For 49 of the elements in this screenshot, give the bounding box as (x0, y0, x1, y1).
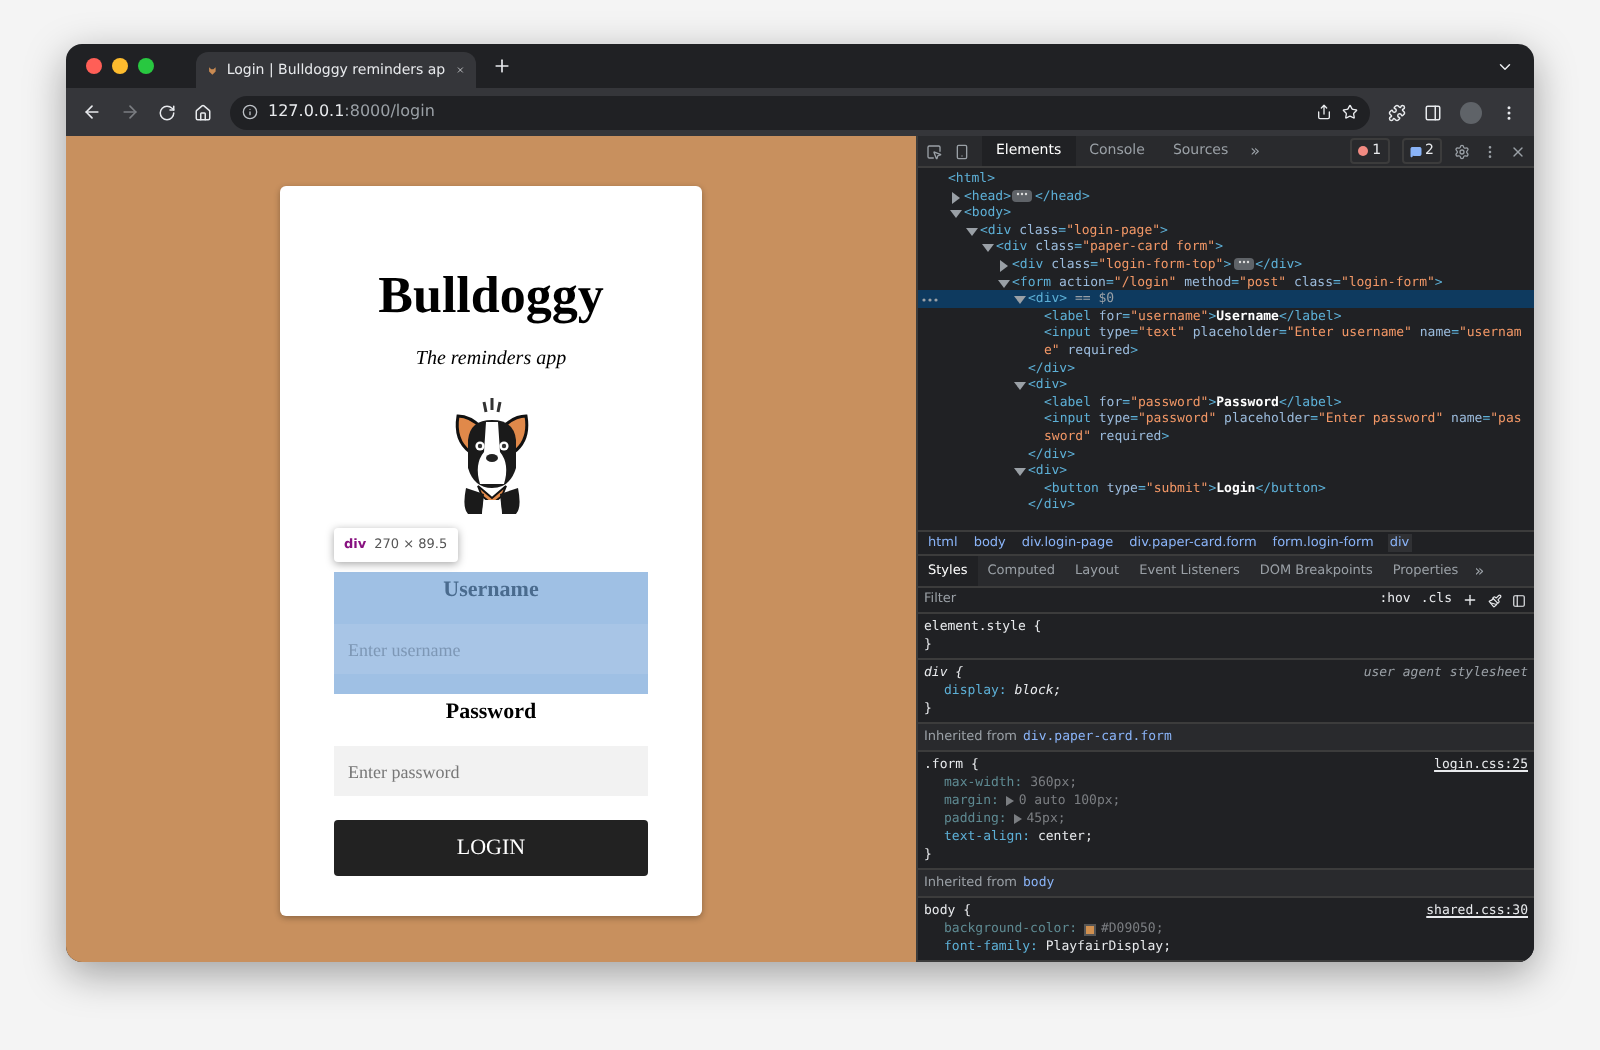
new-tab-icon[interactable] (492, 56, 512, 76)
more-icon[interactable] (922, 298, 938, 303)
sidebar-toggle-icon[interactable] (1512, 593, 1526, 607)
app-subtitle: The reminders app (415, 346, 567, 374)
caret-right-icon[interactable] (950, 191, 962, 204)
input-field[interactable]: Enter password (334, 746, 648, 796)
new-rule-icon[interactable] (1462, 592, 1478, 608)
minimize-window-button[interactable] (112, 58, 128, 74)
zoom-window-button[interactable] (138, 58, 154, 74)
expand-arrow-icon[interactable] (1006, 796, 1015, 806)
collapsed-ellipsis-icon[interactable] (1237, 260, 1250, 265)
color-swatch[interactable] (1084, 923, 1097, 935)
home-icon[interactable] (194, 103, 212, 121)
error-icon (1358, 146, 1369, 156)
close-icon[interactable] (1510, 143, 1526, 159)
reload-icon[interactable] (158, 103, 176, 121)
caret-down-icon[interactable] (982, 242, 994, 255)
dog-favicon-icon (208, 61, 217, 79)
more-tabs-button[interactable]: » (1468, 559, 1491, 583)
close-tab-icon[interactable] (455, 62, 464, 78)
side-panel-icon[interactable] (1424, 103, 1442, 121)
field-label: Password (443, 698, 539, 726)
info-icon[interactable] (242, 104, 258, 120)
caret-down-icon[interactable] (998, 277, 1010, 290)
collapsed-ellipsis-icon[interactable] (1016, 191, 1029, 196)
login-button[interactable]: LOGIN (334, 820, 648, 876)
caret-down-icon[interactable] (1014, 466, 1026, 479)
device-toolbar-icon[interactable] (954, 143, 970, 159)
settings-icon[interactable] (1454, 143, 1470, 159)
url-text: 127.0.0.1:8000/login (268, 100, 435, 124)
caret-down-icon[interactable] (1014, 294, 1026, 307)
expand-arrow-icon[interactable] (1014, 814, 1023, 824)
address-bar[interactable]: 127.0.0.1:8000/login (230, 95, 1370, 129)
field-label: Username (441, 576, 541, 604)
caret-down-icon[interactable] (966, 225, 978, 238)
bookmark-star-icon[interactable] (1342, 104, 1358, 120)
inspect-element-icon[interactable] (926, 143, 942, 159)
app-title: Bulldoggy (378, 266, 604, 326)
caret-right-icon[interactable] (998, 259, 1010, 272)
paintbrush-icon[interactable] (1488, 593, 1502, 607)
message-icon (1409, 145, 1422, 157)
close-window-button[interactable] (86, 58, 102, 74)
caret-down-icon[interactable] (950, 208, 962, 221)
forward-icon[interactable] (120, 102, 140, 122)
share-icon[interactable] (1316, 104, 1332, 120)
more-tabs-button[interactable]: » (1242, 136, 1269, 166)
extensions-icon[interactable] (1388, 103, 1406, 121)
back-icon[interactable] (82, 102, 102, 122)
caret-down-icon[interactable] (1014, 380, 1026, 393)
